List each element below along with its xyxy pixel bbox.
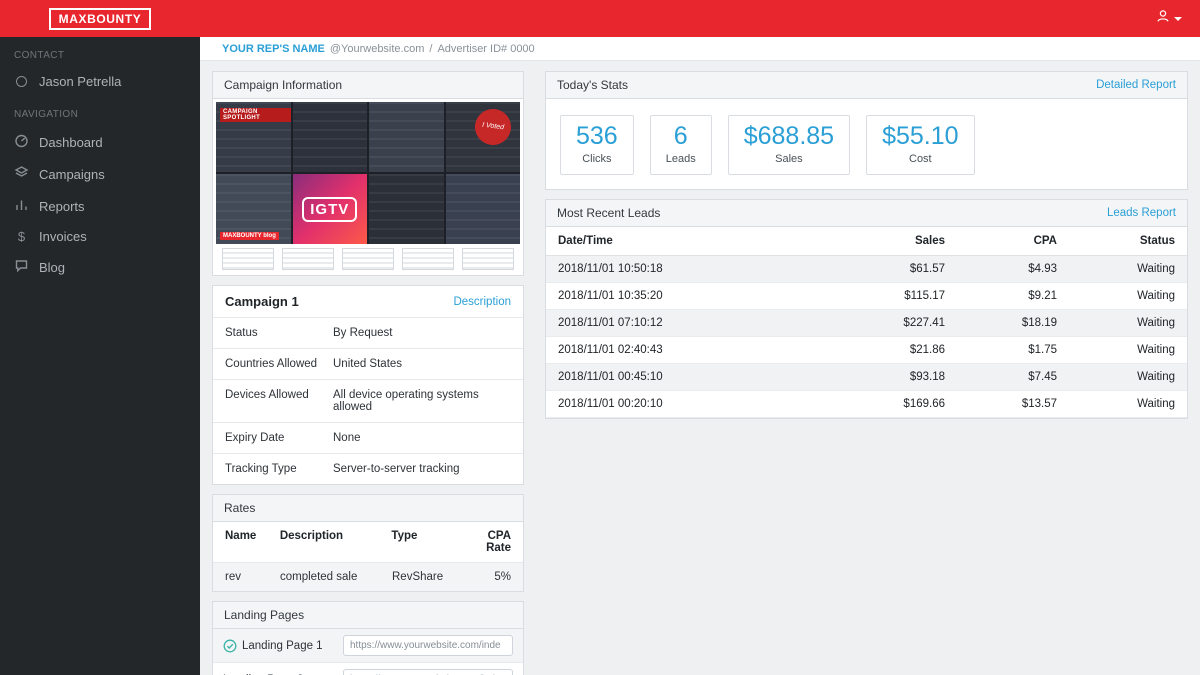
navigation-section-label: NAVIGATION — [0, 96, 200, 126]
detail-row-tracking: Tracking Type Server-to-server tracking — [213, 454, 523, 484]
sidebar-item-label: Campaigns — [39, 167, 105, 182]
sidebar-item-campaigns[interactable]: Campaigns — [0, 158, 200, 190]
thumbnail-strip — [216, 246, 520, 272]
table-row: 2018/11/01 07:10:12 $227.41 $18.19 Waiti… — [546, 310, 1187, 337]
main-area: YOUR REP'S NAME @Yourwebsite.com / Adver… — [200, 37, 1200, 675]
left-column: Campaign Information CAMPAIGN SPOTLIGHT … — [212, 71, 524, 675]
sidebar-item-invoices[interactable]: $ Invoices — [0, 222, 200, 251]
status-badge: Waiting — [1057, 263, 1175, 275]
status-badge: Waiting — [1057, 344, 1175, 356]
table-row: 2018/11/01 10:35:20 $115.17 $9.21 Waitin… — [546, 283, 1187, 310]
stat-box-clicks: 536 Clicks — [560, 115, 634, 175]
table-row: 2018/11/01 10:50:18 $61.57 $4.93 Waiting — [546, 256, 1187, 283]
recent-leads-title: Most Recent Leads — [557, 206, 660, 220]
sidebar-item-reports[interactable]: Reports — [0, 190, 200, 222]
landing-page-url-input[interactable] — [343, 635, 513, 656]
rep-site: @Yourwebsite.com — [330, 43, 425, 55]
detailed-report-link[interactable]: Detailed Report — [1096, 79, 1176, 91]
contact-name: Jason Petrella — [39, 74, 121, 89]
table-row: 2018/11/01 02:40:43 $21.86 $1.75 Waiting — [546, 337, 1187, 364]
right-column: Today's Stats Detailed Report 536 Clicks… — [545, 71, 1188, 428]
rates-title: Rates — [224, 501, 255, 515]
detail-row-countries: Countries Allowed United States — [213, 349, 523, 380]
leads-report-link[interactable]: Leads Report — [1107, 207, 1176, 219]
sidebar-item-label: Dashboard — [39, 135, 103, 150]
recent-leads-card: Most Recent Leads Leads Report Date/Time… — [545, 199, 1188, 419]
maxbounty-logo[interactable]: MAXBOUNTY — [49, 8, 152, 30]
check-circle-icon — [223, 639, 237, 653]
rep-name: YOUR REP'S NAME — [222, 43, 325, 55]
igtv-logo: IGTV — [302, 197, 357, 222]
chevron-down-icon — [1174, 17, 1182, 21]
campaign-details-card: Campaign 1 Description Status By Request… — [212, 285, 524, 485]
maxbounty-blog-badge: MAXBOUNTY blog — [220, 232, 279, 240]
dashboard-icon — [14, 133, 29, 151]
sidebar-item-blog[interactable]: Blog — [0, 251, 200, 283]
sidebar-item-contact-rep[interactable]: Jason Petrella — [0, 67, 200, 96]
user-menu[interactable] — [1156, 9, 1182, 28]
sidebar-item-label: Reports — [39, 199, 85, 214]
campaign-information-card: Campaign Information CAMPAIGN SPOTLIGHT … — [212, 71, 524, 276]
todays-stats-card: Today's Stats Detailed Report 536 Clicks… — [545, 71, 1188, 190]
top-bar: MAXBOUNTY — [0, 0, 1200, 37]
blog-comment-icon — [14, 258, 29, 276]
campaign-spotlight-text: CAMPAIGN SPOTLIGHT — [220, 108, 291, 122]
description-link[interactable]: Description — [453, 296, 511, 308]
rep-info-bar: YOUR REP'S NAME @Yourwebsite.com / Adver… — [200, 37, 1200, 61]
status-badge: Waiting — [1057, 290, 1175, 302]
landing-page-row: Landing Page 2 — [213, 663, 523, 675]
reports-icon — [14, 197, 29, 215]
status-badge: Waiting — [1057, 398, 1175, 410]
table-row: 2018/11/01 00:20:10 $169.66 $13.57 Waiti… — [546, 391, 1187, 418]
campaign-name: Campaign 1 — [225, 294, 299, 309]
rates-card: Rates Name Description Type CPA Rate rev… — [212, 494, 524, 592]
user-icon — [1156, 9, 1170, 28]
rates-header-row: Name Description Type CPA Rate — [213, 522, 523, 563]
sidebar-item-label: Invoices — [39, 229, 87, 244]
sidebar-item-dashboard[interactable]: Dashboard — [0, 126, 200, 158]
landing-pages-title: Landing Pages — [224, 608, 304, 622]
detail-row-status: Status By Request — [213, 318, 523, 349]
status-badge: Waiting — [1057, 317, 1175, 329]
campaigns-icon — [14, 165, 29, 183]
campaign-information-title: Campaign Information — [224, 78, 342, 92]
landing-page-row: Landing Page 1 — [213, 629, 523, 663]
todays-stats-title: Today's Stats — [557, 78, 628, 92]
stat-box-sales: $688.85 Sales — [728, 115, 850, 175]
rates-row: rev completed sale RevShare 5% — [213, 563, 523, 591]
table-row: 2018/11/01 00:45:10 $93.18 $7.45 Waiting — [546, 364, 1187, 391]
detail-row-expiry: Expiry Date None — [213, 423, 523, 454]
detail-row-devices: Devices Allowed All device operating sys… — [213, 380, 523, 423]
landing-page-url-input[interactable] — [343, 669, 513, 675]
advertiser-id: Advertiser ID# 0000 — [437, 43, 534, 55]
separator: / — [429, 43, 432, 55]
sidebar-item-label: Blog — [39, 260, 65, 275]
status-badge: Waiting — [1057, 371, 1175, 383]
stat-box-cost: $55.10 Cost — [866, 115, 974, 175]
contact-circle-icon — [16, 76, 27, 87]
invoices-dollar-icon: $ — [14, 229, 29, 244]
sidebar: CONTACT Jason Petrella NAVIGATION Dashbo… — [0, 37, 200, 675]
stat-box-leads: 6 Leads — [650, 115, 712, 175]
campaign-image: CAMPAIGN SPOTLIGHT MAXBOUNTY blog IGTV I… — [213, 99, 523, 275]
brand-area: MAXBOUNTY — [0, 8, 200, 30]
landing-pages-card: Landing Pages Landing Page 1 Landing — [212, 601, 524, 675]
contact-section-label: CONTACT — [0, 37, 200, 67]
leads-table-header: Date/Time Sales CPA Status — [546, 227, 1187, 256]
